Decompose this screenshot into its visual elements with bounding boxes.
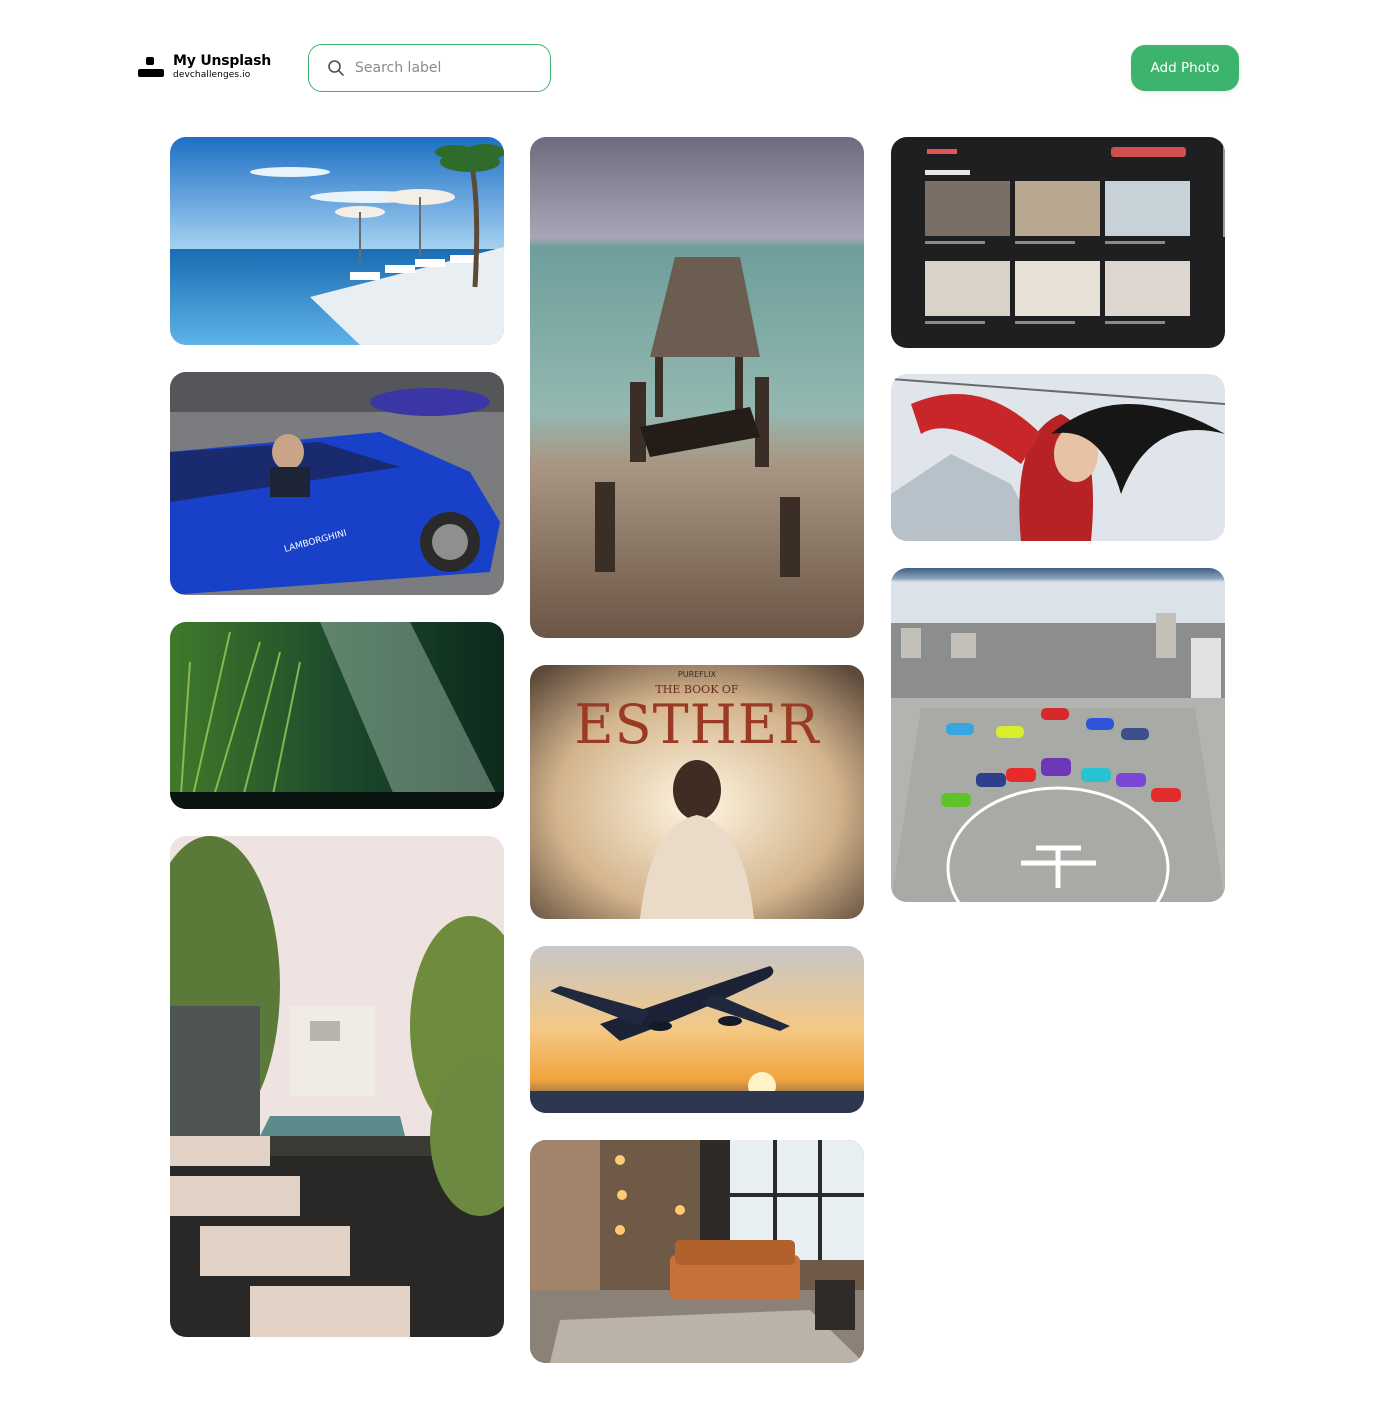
photo-rain-forest [170,622,504,809]
photo-card[interactable] [530,1140,864,1363]
search-icon [328,60,344,76]
photo-supercars-helipad [891,568,1225,902]
photo-card[interactable] [170,836,504,1337]
photo-card[interactable] [530,137,864,638]
svg-text:ESTHER: ESTHER [574,693,820,756]
logo[interactable]: My Unsplash devchallenges.io [138,54,271,80]
search-input[interactable] [355,60,535,76]
photo-stays-app-screenshot [891,137,1225,348]
photo-esther-poster: PUREFLIX THE BOOK OF ESTHER [530,665,864,919]
photo-mulan-warrior [891,374,1225,541]
search-box[interactable] [308,44,551,92]
photo-pool-umbrellas [170,137,504,345]
logo-text: My Unsplash devchallenges.io [173,54,271,80]
photo-card[interactable] [891,374,1225,541]
photo-card[interactable]: LAMBORGHINI [170,372,504,595]
photo-card[interactable]: PUREFLIX THE BOOK OF ESTHER [530,665,864,919]
logo-subtitle: devchallenges.io [173,70,251,80]
photo-card[interactable] [530,946,864,1113]
photo-tropical-house [170,836,504,1337]
page: My Unsplash devchallenges.io Add Photo [0,0,1376,1416]
photo-card[interactable] [891,137,1225,348]
photo-card[interactable] [170,137,504,345]
photo-card[interactable] [891,568,1225,902]
photo-loft-sofa [530,1140,864,1363]
photo-card[interactable] [170,622,504,809]
photo-blue-lamborghini: LAMBORGHINI [170,372,504,595]
add-photo-button[interactable]: Add Photo [1131,45,1239,91]
svg-text:PUREFLIX: PUREFLIX [678,670,717,679]
user-icon [138,55,164,79]
photo-airplane-sunset [530,946,864,1113]
logo-title: My Unsplash [173,53,271,69]
photo-wooden-pier [530,137,864,638]
